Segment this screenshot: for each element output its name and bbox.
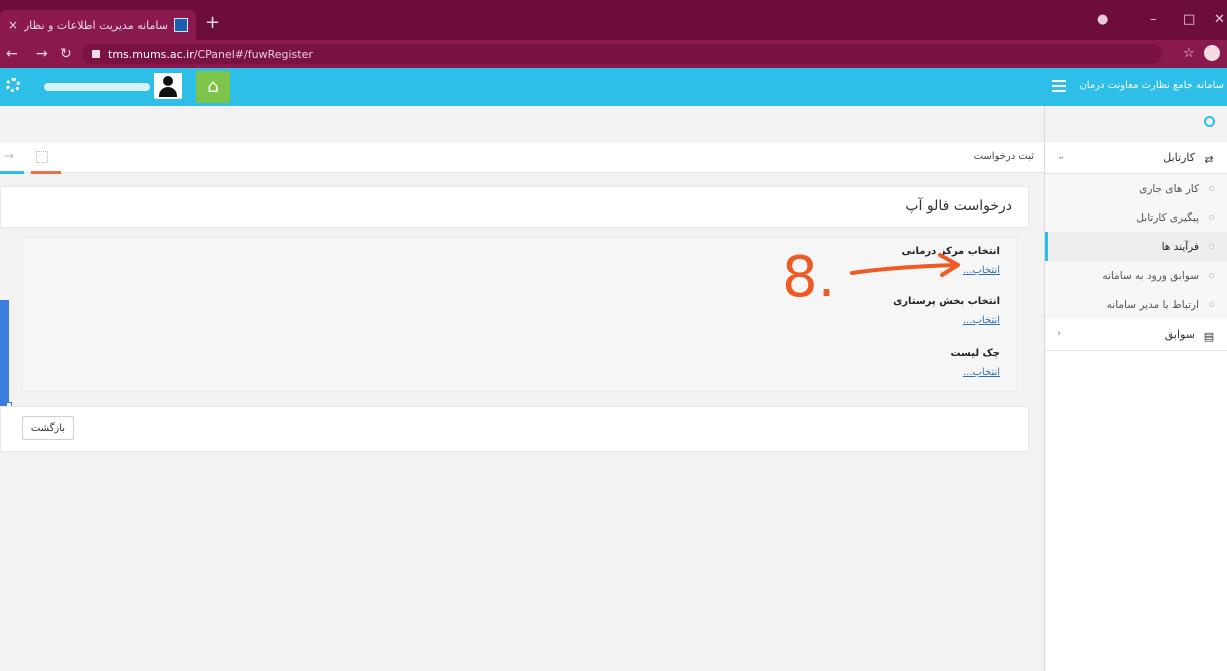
url-text: tms.mums.ac.ir/CPanel#/fuwRegister xyxy=(108,48,313,61)
browser-tab[interactable]: سامانه مدیریت اطلاعات و نظارت ... × xyxy=(0,10,196,40)
tab-title: سامانه مدیریت اطلاعات و نظارت ... xyxy=(24,18,168,32)
system-name: سامانه جامع نظارت معاونت درمان xyxy=(1079,80,1224,91)
chrome-profile-icon[interactable]: ● xyxy=(1097,12,1108,27)
hamburger-menu-icon[interactable] xyxy=(1052,80,1066,92)
bookmark-star-icon[interactable]: ☆ xyxy=(1183,46,1195,61)
sidebar-search[interactable] xyxy=(1045,106,1227,142)
field-label: چک لیست xyxy=(950,348,1000,359)
reload-icon[interactable]: ↻ xyxy=(60,46,72,62)
user-avatar[interactable] xyxy=(154,73,182,99)
lock-icon xyxy=(92,50,100,58)
gear-icon[interactable] xyxy=(6,78,20,92)
sidebar-subitem-tracking[interactable]: پیگیری کارتابل xyxy=(1045,203,1227,232)
url-host: tms.mums.ac.ir xyxy=(108,47,194,61)
sidebar: ⇄ کارتابل ⌄ کار های جاری پیگیری کارتابل … xyxy=(1044,106,1227,671)
minimize-icon[interactable]: – xyxy=(1150,12,1157,27)
app-root: سامانه مدیریت اطلاعات و نظارت ... × + ● … xyxy=(0,0,1227,671)
new-tab-button[interactable]: + xyxy=(205,14,220,32)
bullet-icon xyxy=(1209,215,1214,220)
search-icon[interactable] xyxy=(1204,116,1215,127)
forward-arrow-icon[interactable]: → xyxy=(36,46,48,62)
select-nursing-ward-link[interactable]: انتخاب... xyxy=(893,315,1000,326)
tab-indicator-blue xyxy=(0,171,24,174)
profile-avatar-icon[interactable] xyxy=(1204,45,1220,61)
tab-close-icon[interactable]: × xyxy=(8,18,18,32)
close-window-icon[interactable]: ✕ xyxy=(1214,12,1225,27)
avatar-head xyxy=(163,76,173,86)
address-bar: ← → ↻ tms.mums.ac.ir/CPanel#/fuwRegister… xyxy=(0,40,1227,68)
bullet-icon xyxy=(1209,273,1214,278)
page-title: درخواست فالو آپ xyxy=(905,198,1012,214)
field-checklist: چک لیست انتخاب... xyxy=(950,348,1000,378)
sidebar-subitem-contact-admin[interactable]: ارتباط با مدیر سامانه xyxy=(1045,290,1227,319)
browser-menu-icon[interactable]: ⋮ xyxy=(1222,45,1227,60)
user-name-blurred xyxy=(44,83,150,91)
expand-icon[interactable] xyxy=(36,151,48,163)
tab-indicator-orange xyxy=(31,171,61,174)
sidebar-subitem-label: سوابق ورود به سامانه xyxy=(1102,269,1199,282)
retweet-icon: ⇄ xyxy=(1204,152,1214,166)
sidebar-item-label: کارتابل xyxy=(1163,151,1195,164)
back-arrow-icon[interactable]: ← xyxy=(6,46,18,62)
app-header: ⌂ سامانه جامع نظارت معاونت درمان xyxy=(0,68,1227,106)
avatar-body xyxy=(159,87,177,97)
sidebar-subitem-label: فرآیند ها xyxy=(1161,240,1199,253)
archive-icon: ▤ xyxy=(1203,329,1215,343)
sidebar-subitem-label: کار های جاری xyxy=(1139,182,1199,195)
sidebar-subitem-current-tasks[interactable]: کار های جاری xyxy=(1045,174,1227,203)
sidebar-item-label: سوابق xyxy=(1164,328,1195,341)
title-panel: درخواست فالو آپ xyxy=(0,186,1029,228)
sidebar-item-kartabl[interactable]: ⇄ کارتابل ⌄ xyxy=(1045,142,1227,174)
bullet-icon xyxy=(1209,302,1214,307)
chevron-left-icon: ‹ xyxy=(1057,328,1061,339)
sidebar-subitem-label: پیگیری کارتابل xyxy=(1136,211,1199,224)
annotation-text: 8. xyxy=(782,245,835,304)
handwritten-annotation: 8. xyxy=(782,245,960,304)
arrow-right-icon[interactable]: → xyxy=(4,149,14,163)
sidebar-subitem-login-history[interactable]: سوابق ورود به سامانه xyxy=(1045,261,1227,290)
sidebar-item-history[interactable]: ▤ سوابق ‹ xyxy=(1045,319,1227,351)
sidebar-subitem-label: ارتباط با مدیر سامانه xyxy=(1106,298,1199,311)
select-checklist-link[interactable]: انتخاب... xyxy=(950,367,1000,378)
sidebar-subitem-processes[interactable]: فرآیند ها xyxy=(1045,232,1227,261)
browser-tab-bar: سامانه مدیریت اطلاعات و نظارت ... × + ● … xyxy=(0,0,1227,40)
content-toolbar: → ثبت درخواست xyxy=(0,143,1044,173)
site-favicon-icon xyxy=(174,18,188,32)
button-panel: بازگشت xyxy=(0,406,1029,452)
url-path: /CPanel#/fuwRegister xyxy=(193,47,313,61)
url-field[interactable]: tms.mums.ac.ir/CPanel#/fuwRegister xyxy=(82,44,1162,64)
breadcrumb: ثبت درخواست xyxy=(973,151,1034,162)
home-button[interactable]: ⌂ xyxy=(196,71,230,103)
chevron-down-icon: ⌄ xyxy=(1057,151,1066,162)
annotation-arrow-icon xyxy=(850,263,958,275)
maximize-icon[interactable]: □ xyxy=(1183,12,1195,27)
back-button[interactable]: بازگشت xyxy=(22,416,74,440)
sidebar-submenu: کار های جاری پیگیری کارتابل فرآیند ها سو… xyxy=(1045,174,1227,319)
bullet-icon xyxy=(1209,186,1214,191)
bullet-icon xyxy=(1209,244,1214,249)
